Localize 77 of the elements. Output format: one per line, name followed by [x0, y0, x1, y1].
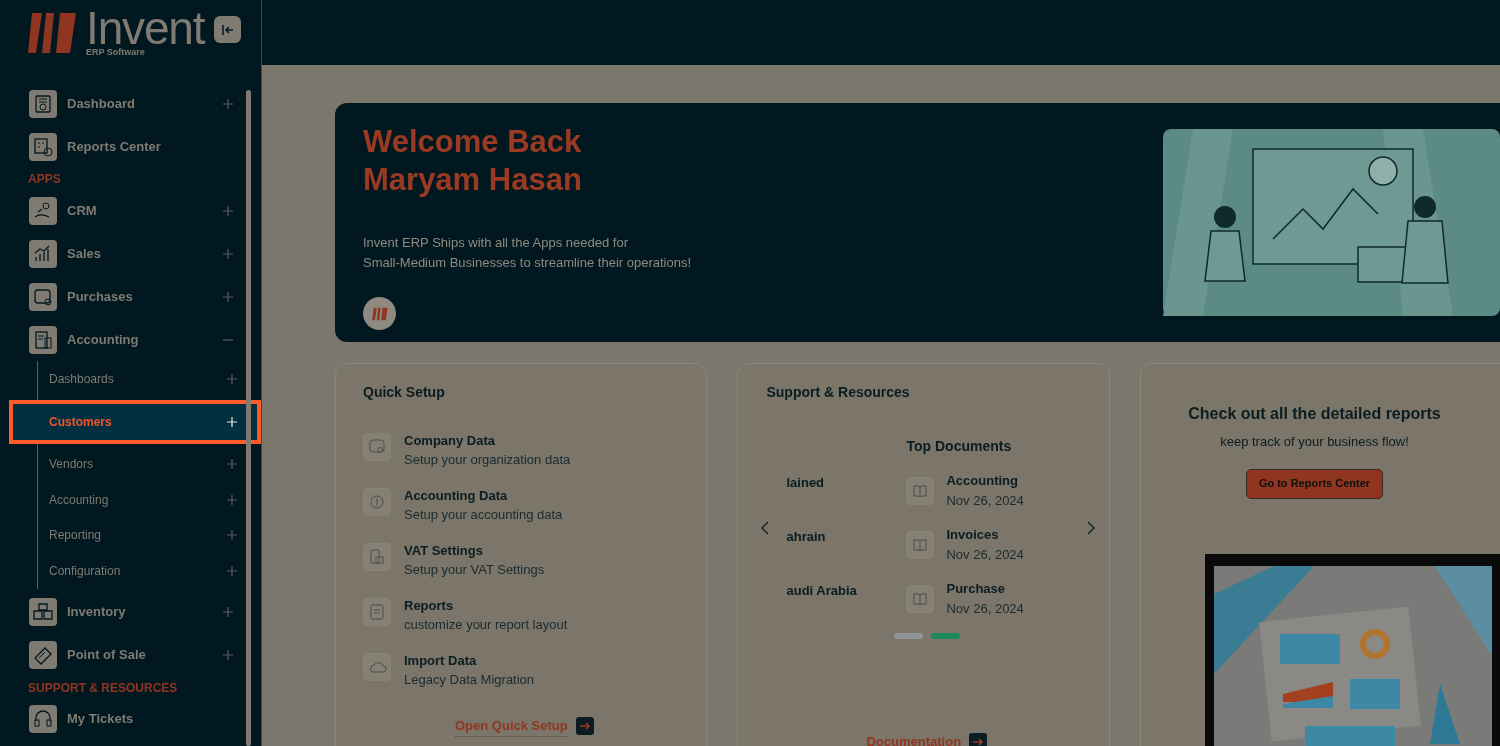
brand-name: Invent [86, 8, 205, 48]
document-date: Nov 26, 2024 [946, 600, 1024, 618]
card-subtitle: keep track of your business flow! [1220, 433, 1409, 451]
book-icon [906, 477, 935, 505]
logo-icon [369, 306, 390, 321]
document-title[interactable]: Invoices [946, 525, 1024, 545]
item-subtitle: Setup your organization data [404, 451, 571, 469]
sidebar-item[interactable]: Reports Center [0, 125, 261, 168]
setup-item[interactable]: Company Data Setup your organization data [363, 431, 707, 469]
item-subtitle: Legacy Data Migration [404, 671, 535, 689]
menu-tile-icon [29, 325, 57, 354]
item-title: Reports [404, 597, 455, 615]
item-subtitle: customize your report layout [404, 616, 568, 634]
sidebar-item[interactable]: Accounting [0, 318, 261, 361]
book-icon [906, 531, 935, 559]
setup-icon [363, 543, 391, 571]
sidebar-item[interactable]: CRM [0, 189, 261, 232]
section-heading: SUPPORT & RESOURCES [27, 679, 179, 697]
item-title: Accounting Data [404, 487, 509, 505]
sidebar-item[interactable]: Inventory [0, 590, 261, 634]
document-date: Nov 26, 2024 [946, 492, 1024, 510]
brand-tagline: ERP Software [86, 48, 146, 57]
section-heading: Top Documents [906, 437, 1013, 456]
arrow-right-icon [969, 732, 988, 746]
setup-icon [363, 653, 391, 681]
setup-item[interactable]: Accounting Data Setup your accounting data [363, 486, 707, 524]
item-title: Company Data [404, 432, 497, 450]
page-indicator[interactable] [894, 633, 924, 639]
menu-tile-icon [29, 282, 57, 311]
collapse-icon [221, 24, 234, 35]
document-date: Nov 26, 2024 [946, 546, 1024, 564]
card-title: Quick Setup [363, 383, 446, 402]
setup-item[interactable]: Reports customize your report layout [363, 596, 707, 634]
arrow-right-icon [575, 717, 594, 736]
welcome-heading: Welcome Back Maryam Hasan [363, 123, 583, 199]
setup-icon [363, 433, 391, 461]
item-title: VAT Settings [404, 542, 484, 560]
setup-icon [363, 488, 391, 516]
sidebar-item[interactable]: Dashboard [0, 82, 261, 125]
book-icon [906, 585, 935, 613]
logo-icon [26, 10, 78, 55]
card-title: Check out all the detailed reports [1188, 404, 1441, 424]
submenu-item[interactable]: Dashboards [38, 361, 261, 397]
menu-tile-icon [29, 132, 57, 161]
submenu-item[interactable]: Accounting [38, 482, 261, 518]
sidebar-item[interactable]: My Tickets [0, 697, 261, 741]
setup-item[interactable]: Import Data Legacy Data Migration [363, 651, 707, 689]
collapse-sidebar-button[interactable] [214, 16, 242, 43]
document-title[interactable]: ahrain [786, 527, 907, 543]
item-subtitle: Setup your accounting data [404, 506, 563, 524]
setup-icon [363, 598, 391, 626]
submenu-item[interactable]: Reporting [38, 517, 261, 553]
card-title: Support & Resources [766, 383, 911, 402]
sidebar-item[interactable]: Purchases [0, 275, 261, 318]
document-title[interactable]: Purchase [946, 579, 1024, 599]
sidebar-item[interactable]: Sales [0, 232, 261, 275]
menu-tile-icon [29, 196, 57, 225]
menu-tile-icon [29, 598, 57, 626]
item-subtitle: Setup your VAT Settings [404, 561, 545, 579]
document-title[interactable]: Accounting [946, 471, 1024, 491]
menu-tile-icon [29, 89, 57, 118]
scrollbar[interactable] [246, 90, 251, 746]
reports-center-button[interactable]: Go to Reports Center [1245, 468, 1384, 499]
menu-tile-icon [29, 641, 57, 669]
section-heading: APPS [27, 171, 62, 188]
item-title: Import Data [404, 652, 478, 670]
sidebar-item[interactable]: Point of Sale [0, 633, 261, 677]
document-title[interactable]: audi Arabia [786, 581, 907, 597]
welcome-text: Invent ERP Ships with all the Apps needed for Small-Medium Businesses to streamline their operations! [363, 234, 693, 272]
menu-tile-icon [29, 239, 57, 268]
chevron-right-icon[interactable] [1086, 521, 1097, 535]
submenu-item[interactable]: Vendors [38, 446, 261, 482]
submenu-item[interactable]: Configuration [38, 553, 261, 589]
setup-item[interactable]: VAT Settings Setup your VAT Settings [363, 541, 707, 579]
menu-tile-icon [29, 705, 57, 733]
chevron-left-icon[interactable] [760, 521, 771, 535]
document-title[interactable]: lained [786, 473, 907, 489]
